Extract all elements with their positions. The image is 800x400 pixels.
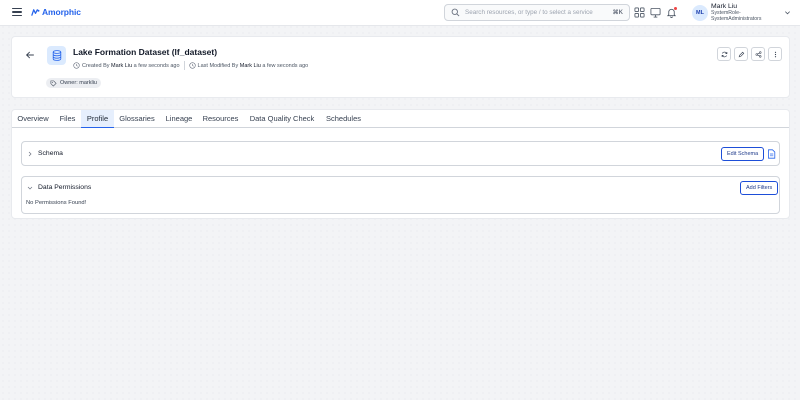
notification-dot [674,7,677,10]
user-name: Mark Liu [711,3,738,10]
tab-bar: Overview Files Profile Glossaries Lineag… [12,110,789,128]
search-input[interactable] [465,9,613,16]
dataset-icon-tile [47,46,66,65]
global-search[interactable]: ⌘K [444,4,630,21]
back-arrow-icon[interactable] [25,50,35,60]
owner-badge: Owner: markliu [46,78,101,88]
owner-label: Owner: markliu [60,80,97,86]
refresh-icon [721,51,727,57]
empty-permissions-message: No Permissions Found! [26,200,87,206]
tab-lineage[interactable]: Lineage [160,110,198,128]
document-icon[interactable] [767,149,776,159]
edit-button[interactable] [734,47,748,61]
tab-resources[interactable]: Resources [198,110,243,128]
tab-data-quality-check[interactable]: Data Quality Check [243,110,321,128]
schema-panel: Schema Edit Schema [21,141,780,166]
edit-icon [738,51,744,57]
schema-title[interactable]: Schema [38,150,63,157]
share-icon [755,50,761,58]
top-navigation-bar: Amorphic ⌘K ML Mark Liu SystemRole- Syst… [0,0,800,26]
brand-logo[interactable]: Amorphic [31,6,81,18]
chevron-down-icon[interactable] [27,185,33,191]
created-when: a few seconds ago [133,62,180,69]
search-shortcut-hint: ⌘K [612,10,623,16]
monitor-icon[interactable] [650,7,661,18]
chevron-right-icon[interactable] [27,151,33,157]
notifications-button[interactable] [666,7,677,18]
modified-when: a few seconds ago [262,62,309,69]
database-icon [52,50,61,61]
page-title: Lake Formation Dataset (lf_dataset) [73,47,218,57]
add-filters-button[interactable]: Add Filters [740,181,779,195]
refresh-button[interactable] [717,47,731,61]
tab-glossaries[interactable]: Glossaries [114,110,160,128]
user-role-line2: SystemAdministrators [711,16,762,23]
tab-profile[interactable]: Profile [81,110,114,128]
tab-overview[interactable]: Overview [12,110,54,128]
logo-icon [31,8,40,16]
owner-tag-icon [50,80,57,87]
tab-files[interactable]: Files [54,110,81,128]
dataset-metadata: Created By Mark Liu a few seconds ago La… [73,61,308,70]
more-options-button[interactable] [768,47,782,61]
more-icon [774,51,776,57]
search-icon [451,8,460,17]
created-prefix: Created By [82,62,110,69]
data-permissions-panel: Data Permissions Add Filters No Permissi… [21,176,780,214]
dataset-content-card: Overview Files Profile Glossaries Lineag… [11,109,790,219]
grid-icon[interactable] [634,7,645,18]
data-permissions-title[interactable]: Data Permissions [38,184,91,191]
user-clock-icon [73,62,80,69]
tab-schedules[interactable]: Schedules [321,110,366,128]
modified-by[interactable]: Mark Liu [240,63,261,69]
edit-clock-icon [188,62,196,69]
avatar[interactable]: ML [692,5,708,21]
edit-schema-button[interactable]: Edit Schema [721,147,765,161]
dataset-header-card: Lake Formation Dataset (lf_dataset) Crea… [11,36,790,98]
hamburger-icon[interactable] [12,8,22,17]
share-button[interactable] [751,47,765,61]
modified-prefix: Last Modified By [197,62,239,69]
brand-name: Amorphic [42,7,81,17]
meta-divider [183,61,185,70]
user-info[interactable]: Mark Liu SystemRole- SystemAdministrator… [711,3,761,22]
created-by[interactable]: Mark Liu [111,63,132,69]
chevron-down-icon[interactable] [784,9,791,16]
